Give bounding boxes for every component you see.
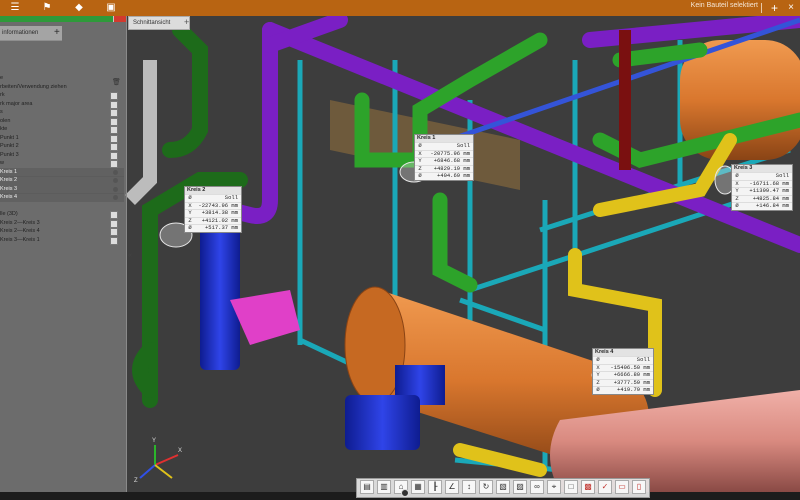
- ruler-icon[interactable]: ┠: [428, 480, 442, 494]
- measure-y: +6846.68 mm: [433, 157, 470, 164]
- measure-icon[interactable]: ↕: [462, 480, 476, 494]
- measure-title: Kreis 1: [415, 135, 473, 142]
- measure-d: +404.69 mm: [436, 172, 470, 179]
- camera-view-icon[interactable]: ▥: [377, 480, 391, 494]
- measure-key: Y: [188, 209, 192, 216]
- measure-key: Ø: [735, 172, 739, 179]
- tree-item-label: Kreis 1: [0, 168, 18, 175]
- camera-icon[interactable]: ▣: [102, 1, 120, 15]
- measure-title: Kreis 3: [732, 165, 792, 172]
- measure-key: Ø: [188, 224, 192, 231]
- measure-title: Kreis 4: [593, 349, 653, 356]
- tree-item-label: Punkt 2: [0, 143, 19, 149]
- measure-soll: Soll: [224, 194, 238, 201]
- measure-d: +146.84 mm: [755, 202, 789, 209]
- measure-y: +3814.38 mm: [201, 209, 238, 216]
- axis-y-label: Y: [152, 438, 156, 444]
- measure-label-kreis-3[interactable]: Kreis 3 Ø Soll X -16711.68 mm Y +11399.47 m…: [731, 164, 793, 211]
- visibility-icon[interactable]: [113, 186, 118, 192]
- grid-icon[interactable]: ▨: [513, 480, 527, 494]
- tree-item-label: Punkt 3: [0, 151, 19, 158]
- measure-soll: Soll: [456, 142, 470, 149]
- view-toolbar: ▤ ▥ ⌂ ▦ ┠ ∠ ↕ ↻ ▧ ▨ ∞ ⌖ □ ▩ ✓ ▭ ▯: [356, 478, 650, 498]
- tree-item-label: olen: [0, 117, 11, 124]
- measure-title: Kreis 2: [185, 187, 241, 194]
- axis-x-label: X: [178, 448, 182, 454]
- progress-fill: [0, 16, 114, 22]
- progress-bar: [0, 16, 126, 22]
- scroll-knob[interactable]: [401, 489, 409, 497]
- add-panel-tab-button[interactable]: +: [54, 26, 60, 40]
- box-icon[interactable]: □: [564, 480, 578, 494]
- visibility-icon[interactable]: [113, 178, 118, 183]
- tree-item-label: Kreis 2—Kreis 4: [0, 228, 40, 234]
- measure-d: +419.79 mm: [616, 386, 650, 393]
- close-button[interactable]: ×: [788, 0, 794, 16]
- toolbar-icons: ☰ ⚑ ◆ ▣: [6, 1, 120, 15]
- measure-soll: Soll: [775, 172, 789, 179]
- rotate-icon[interactable]: ↻: [479, 480, 493, 494]
- tree-item-label: rk major area: [0, 100, 33, 107]
- measure-key: Ø: [418, 142, 422, 149]
- angle-icon[interactable]: ∠: [445, 480, 459, 494]
- selection-status: Kein Bauteil selektiert: [690, 2, 758, 9]
- tree-item-label: lle (3D): [0, 211, 18, 217]
- measure-key: Ø: [596, 386, 600, 393]
- measure-y: +6666.80 mm: [613, 371, 650, 378]
- camera-view-icon[interactable]: ▤: [360, 480, 374, 494]
- progress-error: [114, 16, 126, 22]
- measure-key: Ø: [188, 194, 192, 201]
- measure-key: Ø: [596, 356, 600, 363]
- tree-item[interactable]: Kreis 3—Kreis 1: [0, 236, 124, 245]
- measure-label-kreis-1[interactable]: Kreis 1 Ø Soll X -20775.96 mm Y +6846.68 mm…: [414, 134, 474, 181]
- tree-item-label: w: [0, 160, 4, 166]
- film-icon[interactable]: ▦: [411, 480, 425, 494]
- measure-soll: Soll: [636, 356, 650, 363]
- link-icon[interactable]: ∞: [530, 480, 544, 494]
- tree-item-label: Kreis 3: [0, 185, 18, 192]
- tree-item-label: Kreis 2: [0, 177, 18, 183]
- toolbar-divider: [761, 3, 762, 13]
- measure-label-kreis-2[interactable]: Kreis 2 Ø Soll X -22743.96 mm Y +3814.38 mm…: [184, 186, 242, 233]
- tree-item-label: Kreis 4: [0, 194, 18, 200]
- diamond-icon[interactable]: ◆: [70, 1, 88, 15]
- measure-d: +517.37 mm: [204, 224, 238, 231]
- tree-item-label: kte: [0, 126, 8, 132]
- add-view-tab-button[interactable]: +: [184, 16, 189, 28]
- axis-icon[interactable]: ⌖: [547, 480, 561, 494]
- app-titlebar: ☰ ⚑ ◆ ▣ Kein Bauteil selektiert + ×: [0, 0, 800, 16]
- tree-item-label: rbeiten/Verwendung ziehen: [0, 83, 67, 90]
- highlight-icon[interactable]: ▩: [581, 480, 595, 494]
- measure-key: Y: [735, 187, 739, 194]
- tree-item-label: e: [0, 75, 4, 81]
- measure-key: Ø: [418, 172, 422, 179]
- pin-icon[interactable]: ⚑: [38, 1, 56, 15]
- axis-z-label: Z: [134, 478, 138, 484]
- tree-item-label: rk: [0, 92, 5, 98]
- section-icon[interactable]: ▧: [496, 480, 510, 494]
- tree-item-label: Punkt 1: [0, 134, 19, 141]
- visibility-icon[interactable]: [113, 195, 118, 200]
- doc-icon[interactable]: ▭: [615, 480, 629, 494]
- visibility-checkbox[interactable]: [110, 236, 118, 245]
- measure-key: Y: [418, 157, 422, 164]
- add-tab-button[interactable]: +: [771, 0, 778, 16]
- menu-icon[interactable]: ☰: [6, 1, 24, 15]
- pump-housing: [345, 395, 420, 450]
- tree-item-label: Kreis 3—Kreis 1: [0, 236, 40, 243]
- visibility-icon[interactable]: [113, 169, 118, 175]
- measure-key: Y: [596, 371, 600, 378]
- tab-informationen[interactable]: informationen: [0, 26, 62, 41]
- tree-item-label: Kreis 2—Kreis 3: [0, 219, 40, 226]
- measure-label-kreis-4[interactable]: Kreis 4 Ø Soll X -15406.50 mm Y +6666.80 mm…: [592, 348, 654, 395]
- collapse-panel-button[interactable]: «: [128, 252, 132, 259]
- tab-schnittansicht[interactable]: Schnittansicht: [128, 16, 190, 30]
- file-icon[interactable]: ▯: [632, 480, 646, 494]
- check-icon[interactable]: ✓: [598, 480, 612, 494]
- tree-item-label: s: [0, 109, 3, 115]
- measure-key: Ø: [735, 202, 739, 209]
- info-panel: informationen + 🗑 e rbeiten/Verwendung zi…: [0, 16, 127, 492]
- measure-y: +11399.47 mm: [749, 187, 789, 194]
